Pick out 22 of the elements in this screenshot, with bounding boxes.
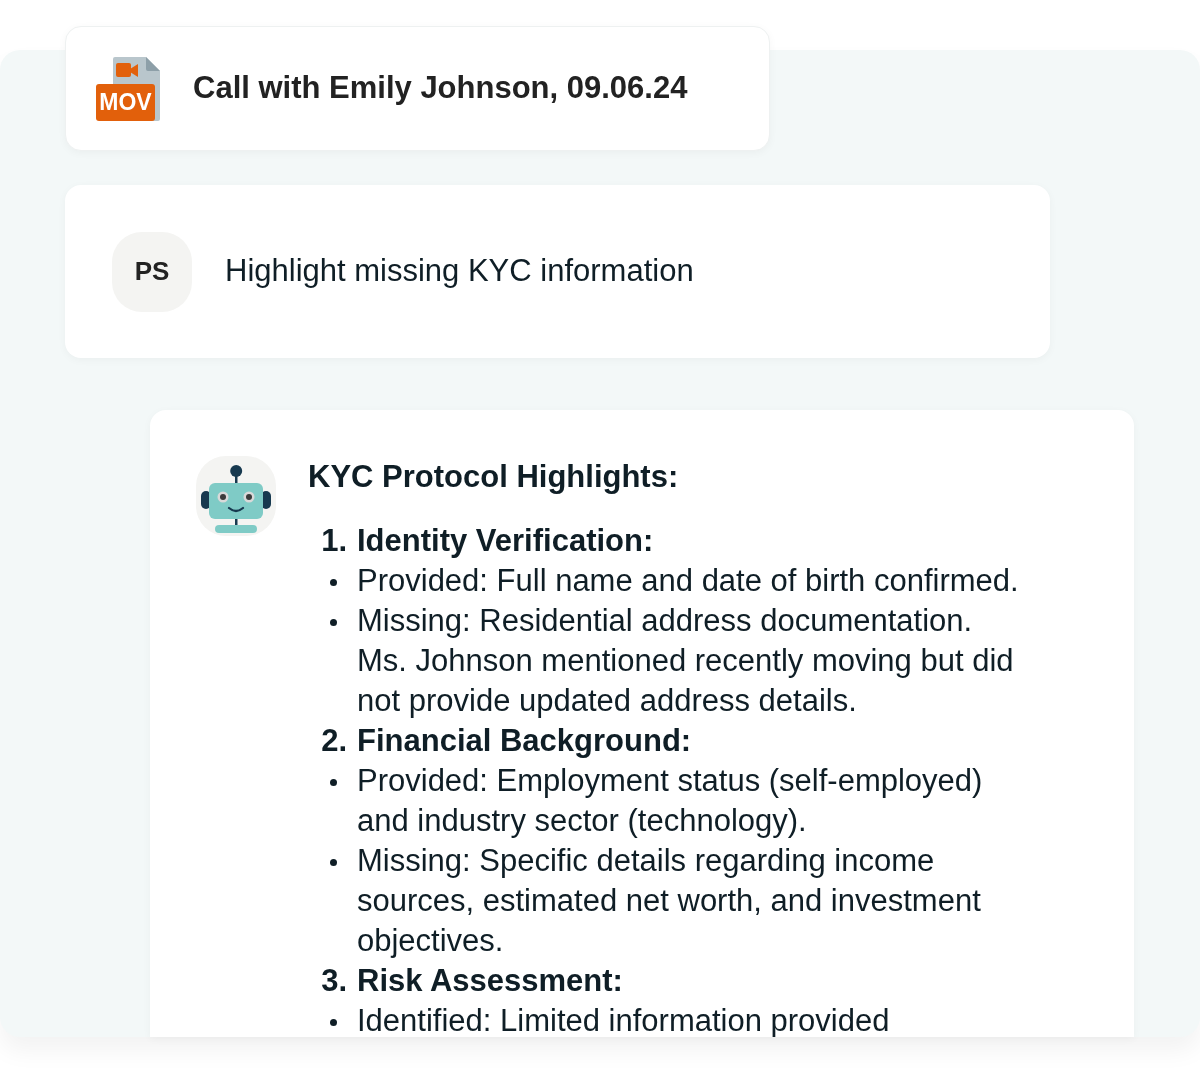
bullet-icon xyxy=(330,1018,337,1026)
file-title: Call with Emily Johnson, 09.06.24 xyxy=(193,69,688,108)
list-number: 2. xyxy=(320,722,348,760)
bullet-icon xyxy=(330,778,337,786)
section-title: Financial Background: xyxy=(357,722,692,760)
list-item-text: Identified: Limited information provided xyxy=(357,1002,891,1037)
bullet-icon xyxy=(330,858,337,866)
section-title: Identity Verification: xyxy=(357,522,654,560)
list-number: 3. xyxy=(320,962,348,1000)
robot-icon xyxy=(196,456,276,536)
list-item-text: Missing: Residential address documentation. Ms. Johnson mentioned recently moving but did not provide updated address details. xyxy=(357,602,1015,720)
file-type-label: MOV xyxy=(96,83,155,121)
bullet-icon xyxy=(330,578,337,586)
user-avatar: PS xyxy=(112,231,192,312)
response-heading: KYC Protocol Highlights: xyxy=(308,458,680,496)
user-message-text: Highlight missing KYC information xyxy=(225,252,694,291)
list-item-text: Provided: Employment status (self-employed) and industry sector (technology). xyxy=(357,762,984,840)
bullet-icon xyxy=(330,618,337,626)
list-item-text: Missing: Specific details regarding income sources, estimated net worth, and investment objectives. xyxy=(357,842,982,960)
section-title: Risk Assessment: xyxy=(357,962,623,1000)
list-item-text: Provided: Full name and date of birth confirmed. xyxy=(357,562,1020,600)
list-number: 1. xyxy=(320,522,348,560)
